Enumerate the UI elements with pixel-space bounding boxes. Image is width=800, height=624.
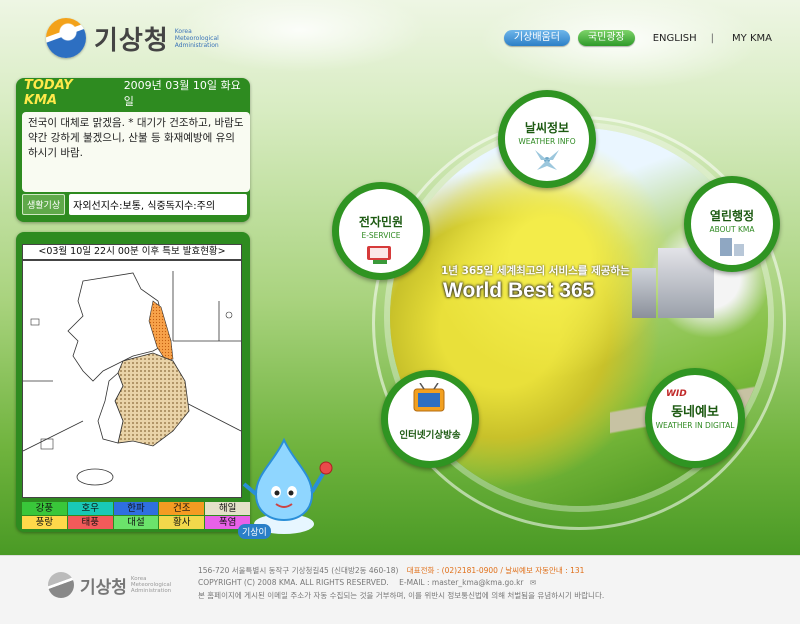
- menu-internet-broadcast[interactable]: 인터넷기상방송: [381, 370, 479, 468]
- legend-item: 호우: [67, 502, 113, 515]
- kma-logo[interactable]: 기상청 Korea Meteorological Administration: [46, 18, 235, 58]
- legend-item: 대설: [113, 516, 159, 529]
- footer-copyright-line: COPYRIGHT (C) 2008 KMA. ALL RIGHTS RESER…: [198, 578, 536, 587]
- life-weather-value: 자외선지수:보통, 식중독지수:주의: [69, 194, 248, 215]
- menu-tv-label: 인터넷기상방송: [399, 430, 461, 441]
- computer-icon: [367, 246, 391, 264]
- today-header: TODAY KMA 2009년 03월 10일 화요일: [16, 78, 250, 108]
- warning-legend: 강풍 호우 한파 건조 해일 풍랑 태풍 대설 황사 폭염: [22, 502, 250, 529]
- legend-item: 풍랑: [22, 516, 67, 529]
- legend-item: 강풍: [22, 502, 67, 515]
- wid-badge: WID: [666, 389, 687, 399]
- legend-item: 태풍: [67, 516, 113, 529]
- warning-map[interactable]: [22, 260, 242, 498]
- legend-item: 황사: [159, 516, 205, 529]
- nav-english-link[interactable]: ENGLISH: [653, 33, 697, 44]
- nav-learning-button[interactable]: 기상배움터: [503, 30, 570, 46]
- kma-building-image: [632, 268, 656, 318]
- nav-mykma-link[interactable]: MY KMA: [732, 33, 772, 44]
- today-date: 2009년 03월 10일 화요일: [123, 79, 241, 108]
- footer-logo-subtitle: Korea Meteorological Administration: [130, 576, 172, 594]
- footer-email[interactable]: E-MAIL : master_kma@kma.go.kr: [399, 578, 523, 587]
- building-icon: [720, 238, 744, 256]
- nav-plaza-button[interactable]: 국민광장: [577, 30, 635, 46]
- tv-icon: [413, 383, 445, 412]
- mascot-label: 기상이: [238, 524, 271, 539]
- footer-logo-text: 기상청: [80, 577, 127, 598]
- logo-subtitle: Korea Meteorological Administration: [174, 27, 219, 49]
- mail-icon[interactable]: ✉: [530, 578, 536, 587]
- wind-vane-icon: [535, 150, 559, 170]
- menu-about-label: 열린행정: [709, 209, 755, 223]
- korea-map-icon: [23, 271, 241, 486]
- footer-copyright: COPYRIGHT (C) 2008 KMA. ALL RIGHTS RESER…: [198, 578, 389, 587]
- menu-eservice-sublabel: E-SERVICE: [361, 231, 401, 240]
- warning-map-title: <03월 10일 22시 00분 이후 특보 발효현황>: [22, 244, 242, 260]
- today-kma-panel: TODAY KMA 2009년 03월 10일 화요일 전국이 대체로 맑겠음.…: [16, 78, 250, 222]
- mascot-gisangi[interactable]: 기상이: [236, 432, 336, 542]
- menu-e-service[interactable]: 전자민원 E-SERVICE: [332, 182, 430, 280]
- menu-eservice-label: 전자민원: [358, 215, 404, 229]
- hero-tagline-big: World Best 365: [443, 279, 595, 302]
- legend-item: 건조: [159, 502, 205, 515]
- today-title: TODAY KMA: [24, 78, 73, 108]
- life-weather-label[interactable]: 생활기상: [22, 194, 66, 215]
- nav-separator: |: [710, 32, 715, 44]
- warning-map-panel: <03월 10일 22시 00분 이후 특보 발효현황> 강풍 호우 한파 건조…: [16, 232, 250, 532]
- logo-text: 기상청: [94, 25, 169, 56]
- footer-logo: 기상청 Korea Meteorological Administration: [48, 572, 177, 598]
- footer-emblem-icon: [48, 572, 74, 598]
- menu-weather-in-digital[interactable]: WID 동네예보 WEATHER IN DIGITAL: [645, 368, 745, 468]
- menu-digital-label: 동네예보: [671, 405, 719, 420]
- footer-notice: 본 홈페이지에 게시된 이메일 주소가 자동 수집되는 것을 거부하며, 이를 …: [198, 591, 605, 600]
- kma-emblem-icon: [46, 18, 86, 58]
- menu-weather-label: 날씨정보: [524, 121, 570, 135]
- menu-digital-sublabel: WEATHER IN DIGITAL: [655, 421, 735, 430]
- top-navigation: 기상배움터 국민광장 ENGLISH | MY KMA: [496, 30, 772, 46]
- footer-address-line: 156-720 서울특별시 동작구 기상청길45 (신대방2동 460-18) …: [198, 565, 584, 576]
- footer-phone: 대표전화 : (02)2181-0900 / 날씨예보 자동안내 : 131: [406, 566, 585, 575]
- legend-item: 한파: [113, 502, 159, 515]
- footer-address: 156-720 서울특별시 동작구 기상청길45 (신대방2동 460-18): [198, 566, 399, 575]
- menu-weather-info[interactable]: 날씨정보 WEATHER INFO: [498, 90, 596, 188]
- menu-about-sublabel: ABOUT KMA: [709, 225, 755, 234]
- menu-about-kma[interactable]: 열린행정 ABOUT KMA: [684, 176, 780, 272]
- menu-weather-sublabel: WEATHER INFO: [518, 137, 576, 146]
- today-forecast-text: 전국이 대체로 맑겠음. * 대기가 건조하고, 바람도 약간 강하게 불겠으니…: [22, 112, 250, 192]
- life-weather-row: 생활기상 자외선지수:보통, 식중독지수:주의: [22, 194, 248, 215]
- hero-tagline-small: 1년 365일 세계최고의 서비스를 제공하는: [441, 265, 630, 277]
